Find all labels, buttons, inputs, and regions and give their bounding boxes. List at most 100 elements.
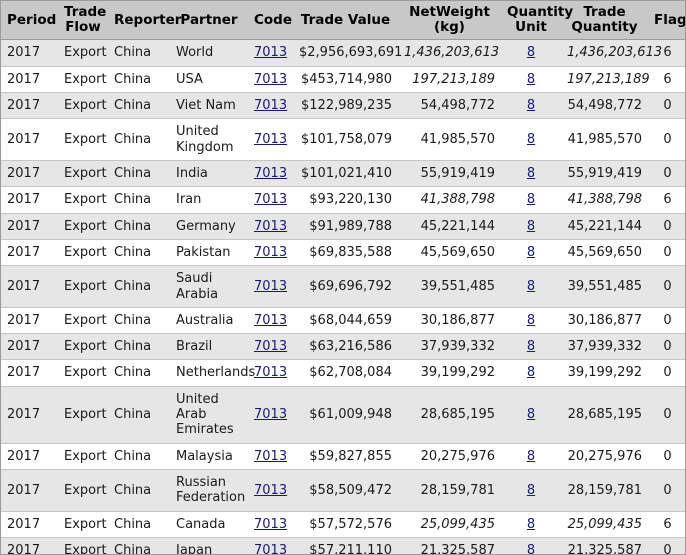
cell-reporter-value: China: [114, 543, 152, 555]
cell-period-value: 2017: [7, 244, 41, 260]
cell-quantity-unit-link-value[interactable]: 8: [527, 219, 535, 234]
cell-netweight-value: 55,919,419: [420, 165, 495, 181]
cell-quantity-unit-link-value[interactable]: 8: [527, 72, 535, 87]
cell-partner-value: Iran: [176, 192, 202, 208]
column-header-reporter[interactable]: Reporter: [108, 1, 181, 41]
cell-code-link-value[interactable]: 7013: [254, 192, 287, 207]
cell-code-link-value[interactable]: 7013: [254, 279, 287, 294]
cell-period: 2017: [1, 239, 58, 267]
table-row: 2017 Export China Iran 7013 $93,220,130 41,388…: [1, 186, 685, 214]
column-header-code[interactable]: Code: [248, 1, 293, 41]
cell-period-value: 2017: [7, 407, 41, 423]
cell-code-link-value[interactable]: 7013: [254, 45, 287, 60]
cell-quantity-unit-link-value[interactable]: 8: [527, 192, 535, 207]
cell-trade-flow-value: Export: [64, 165, 107, 181]
cell-reporter-value: China: [114, 45, 152, 61]
column-header-quantity-unit[interactable]: Quantity Unit: [501, 1, 573, 41]
cell-trade-flow: Export: [58, 92, 108, 120]
cell-code-link-value[interactable]: 7013: [254, 339, 287, 354]
cell-trade-value: $62,708,084: [293, 359, 398, 387]
cell-trade-quantity-value: 41,388,798: [567, 192, 642, 208]
cell-code-link-value[interactable]: 7013: [254, 449, 287, 464]
column-header-period[interactable]: Period: [1, 1, 58, 41]
cell-partner-value: Brazil: [176, 339, 213, 355]
column-header-trade-value[interactable]: Trade Value: [293, 1, 398, 41]
cell-flag: 0: [648, 307, 685, 335]
cell-netweight: 39,551,485: [398, 265, 501, 308]
table-row: 2017 Export China United Arab Emirates 7013 $…: [1, 386, 685, 444]
cell-code-link-value[interactable]: 7013: [254, 166, 287, 181]
cell-period-value: 2017: [7, 45, 41, 61]
cell-trade-value: $63,216,586: [293, 333, 398, 361]
cell-period-value: 2017: [7, 71, 41, 87]
cell-flag-value: 6: [663, 71, 672, 87]
cell-netweight: 197,213,189: [398, 66, 501, 93]
column-header-partner[interactable]: Partner: [170, 1, 248, 41]
cell-trade-quantity-value: 28,685,195: [567, 407, 642, 423]
cell-partner: Brazil: [170, 333, 248, 361]
cell-code-link: 7013: [248, 265, 293, 308]
cell-code-link-value[interactable]: 7013: [254, 98, 287, 113]
cell-quantity-unit-link-value[interactable]: 8: [527, 483, 535, 498]
cell-quantity-unit-link-value[interactable]: 8: [527, 45, 535, 60]
cell-trade-flow: Export: [58, 333, 108, 361]
cell-quantity-unit-link-value[interactable]: 8: [527, 365, 535, 380]
cell-quantity-unit-link-value[interactable]: 8: [527, 543, 535, 554]
cell-code-link-value[interactable]: 7013: [254, 313, 287, 328]
cell-netweight-value: 45,569,650: [420, 244, 495, 260]
cell-partner: Iran: [170, 186, 248, 214]
cell-quantity-unit-link-value[interactable]: 8: [527, 313, 535, 328]
cell-trade-quantity-value: 45,221,144: [567, 218, 642, 234]
column-header-trade-flow[interactable]: Trade Flow: [58, 1, 108, 41]
cell-code-link-value[interactable]: 7013: [254, 245, 287, 260]
cell-trade-flow-value: Export: [64, 516, 107, 532]
cell-quantity-unit-link: 8: [501, 359, 561, 387]
column-header-trade-quantity[interactable]: Trade Quantity: [561, 1, 648, 41]
cell-reporter-value: China: [114, 339, 152, 355]
cell-code-link-value[interactable]: 7013: [254, 132, 287, 147]
cell-code-link-value[interactable]: 7013: [254, 407, 287, 422]
cell-code-link-value[interactable]: 7013: [254, 365, 287, 380]
cell-code-link-value[interactable]: 7013: [254, 72, 287, 87]
cell-quantity-unit-link: 8: [501, 511, 561, 539]
cell-quantity-unit-link-value[interactable]: 8: [527, 517, 535, 532]
cell-period-value: 2017: [7, 131, 41, 147]
table-row: 2017 Export China United Kingdom 7013 $101,75…: [1, 118, 685, 161]
column-header-netweight[interactable]: NetWeight (kg): [398, 1, 501, 41]
cell-flag-value: 0: [663, 482, 672, 498]
cell-quantity-unit-link: 8: [501, 92, 561, 120]
cell-partner-value: Netherlands: [176, 365, 256, 381]
cell-quantity-unit-link-value[interactable]: 8: [527, 279, 535, 294]
cell-quantity-unit-link-value[interactable]: 8: [527, 166, 535, 181]
header-label-trade-value: Trade Value: [300, 11, 391, 28]
cell-code-link-value[interactable]: 7013: [254, 517, 287, 532]
cell-trade-quantity-value: 39,199,292: [567, 365, 642, 381]
cell-netweight: 45,569,650: [398, 239, 501, 267]
cell-code-link-value[interactable]: 7013: [254, 483, 287, 498]
cell-quantity-unit-link-value[interactable]: 8: [527, 245, 535, 260]
cell-quantity-unit-link-value[interactable]: 8: [527, 98, 535, 113]
cell-period-value: 2017: [7, 543, 41, 555]
cell-quantity-unit-link-value[interactable]: 8: [527, 132, 535, 147]
cell-reporter: China: [108, 186, 170, 214]
cell-partner-value: Japan: [176, 543, 213, 555]
column-header-flag[interactable]: Flag: [648, 1, 685, 41]
cell-netweight: 55,919,419: [398, 160, 501, 188]
cell-quantity-unit-link-value[interactable]: 8: [527, 449, 535, 464]
cell-code-link: 7013: [248, 92, 293, 120]
cell-netweight-value: 21,325,587: [420, 543, 495, 555]
cell-code-link-value[interactable]: 7013: [254, 543, 287, 554]
cell-reporter-value: China: [114, 312, 152, 328]
table-row: 2017 Export China India 7013 $101,021,410 55,9…: [1, 160, 685, 188]
cell-quantity-unit-link-value[interactable]: 8: [527, 339, 535, 354]
cell-trade-value-value: $2,956,693,691: [299, 45, 403, 61]
cell-flag: 0: [648, 469, 685, 512]
table-row: 2017 Export China Germany 7013 $91,989,788 45,…: [1, 213, 685, 240]
cell-trade-value-value: $69,835,588: [309, 244, 392, 260]
cell-netweight: 41,388,798: [398, 186, 501, 214]
cell-code-link-value[interactable]: 7013: [254, 219, 287, 234]
cell-netweight-value: 28,685,195: [420, 407, 495, 423]
cell-quantity-unit-link-value[interactable]: 8: [527, 407, 535, 422]
cell-trade-quantity-value: 41,985,570: [567, 131, 642, 147]
cell-trade-value-value: $63,216,586: [309, 339, 392, 355]
